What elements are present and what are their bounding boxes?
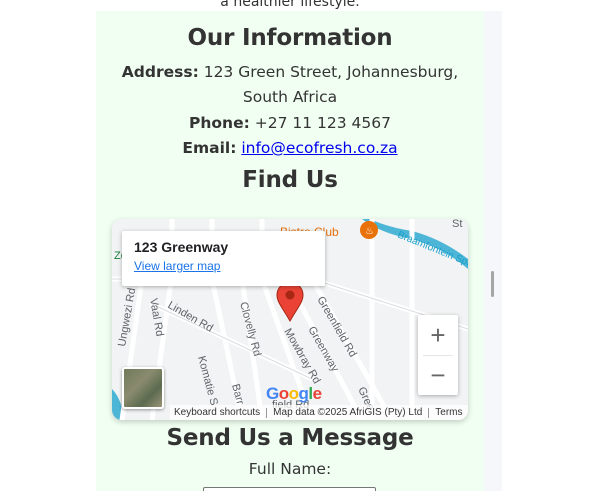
address-line: Address: 123 Green Street, Johannesburg,…	[110, 60, 470, 110]
svg-text:♨: ♨	[365, 226, 374, 237]
label-st: St	[452, 219, 462, 230]
attrib-divider	[428, 407, 430, 418]
zoom-in-button[interactable]: +	[418, 315, 458, 355]
keyboard-shortcuts-link[interactable]: Keyboard shortcuts	[174, 407, 260, 418]
full-name-label: Full Name:	[248, 460, 332, 478]
popup-title: 123 Greenway	[134, 239, 229, 255]
email-link[interactable]: info@ecofresh.co.za	[241, 139, 397, 157]
email-line: Email: info@ecofresh.co.za	[110, 136, 470, 161]
view-larger-map-link[interactable]: View larger map	[134, 259, 313, 273]
terms-link[interactable]: Terms	[435, 407, 462, 418]
map-info-popup: 123 Greenway View larger map	[122, 231, 325, 286]
scrollbar-thumb[interactable]	[491, 271, 494, 297]
find-us-heading: Find Us	[242, 167, 338, 193]
zoom-controls: + −	[418, 315, 458, 395]
browser-viewport: a healthier lifestyle. Our Information A…	[0, 0, 601, 491]
attrib-divider	[266, 407, 268, 418]
phone-line: Phone: +27 11 123 4567	[110, 111, 470, 136]
full-name-input[interactable]	[203, 487, 376, 491]
google-logo: Google	[266, 384, 322, 403]
phone-label: Phone:	[189, 114, 250, 132]
send-message-heading: Send Us a Message	[166, 425, 414, 451]
zoom-out-button[interactable]: −	[418, 356, 458, 395]
phone-value: +27 11 123 4567	[249, 114, 391, 132]
previous-section-text: a healthier lifestyle.	[220, 0, 360, 10]
page-gutter	[484, 11, 502, 491]
our-information-heading: Our Information	[187, 25, 393, 51]
address-label: Address:	[121, 63, 199, 81]
map-data-text: Map data ©2025 AfriGIS (Pty) Ltd	[273, 407, 423, 418]
map-attribution-bar: Keyboard shortcuts Map data ©2025 AfriGI…	[170, 405, 468, 420]
address-value: 123 Green Street, Johannesburg, South Af…	[198, 63, 459, 106]
email-label: Email:	[182, 139, 237, 157]
embedded-map[interactable]: Ungwezi Rd Vaal Rd Linden Rd Clovelly Rd…	[112, 219, 468, 420]
satellite-toggle-thumbnail[interactable]	[122, 367, 164, 409]
